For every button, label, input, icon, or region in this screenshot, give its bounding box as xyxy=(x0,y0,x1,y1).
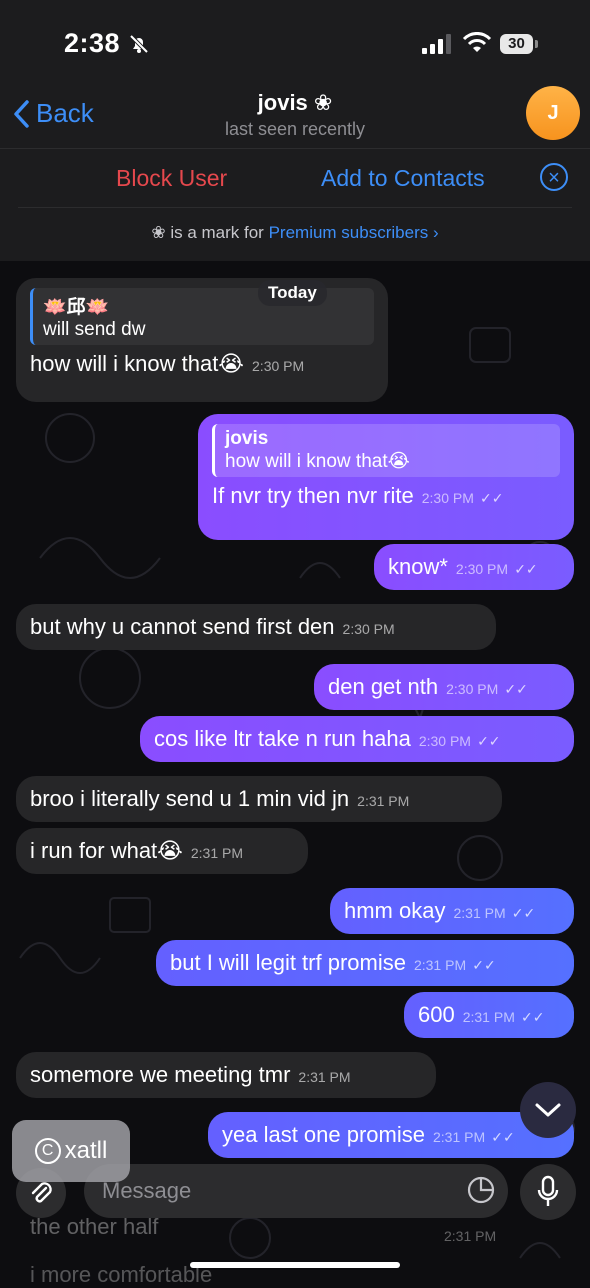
message-time: 2:31 PM xyxy=(190,845,244,861)
voice-record-button[interactable] xyxy=(520,1164,576,1220)
status-bar: 2:38 30 xyxy=(0,0,590,90)
read-checkmarks-icon: ✓✓ xyxy=(477,733,501,749)
message-text: cos like ltr take n run haha xyxy=(154,726,411,751)
message-text: yea last one promise xyxy=(222,1122,425,1147)
contact-name: jovis ❀ xyxy=(257,90,333,115)
message-text: how will i know that😭 xyxy=(30,351,245,376)
date-separator: Today xyxy=(258,280,327,306)
chevron-left-icon xyxy=(14,99,29,128)
message-bubble-outgoing[interactable]: know* 2:30 PM ✓✓ xyxy=(374,544,574,590)
contact-status: last seen recently xyxy=(224,119,366,139)
message-text: but I will legit trf promise xyxy=(170,950,406,975)
read-checkmarks-icon: ✓✓ xyxy=(511,905,536,921)
message-bubble-incoming[interactable]: broo i literally send u 1 min vid jn 2:31… xyxy=(16,776,502,822)
silent-bell-icon xyxy=(129,34,149,54)
message-time: 2:31 PM xyxy=(357,793,410,809)
message-bubble-outgoing[interactable]: den get nth 2:30 PM ✓✓ xyxy=(314,664,574,710)
message-time: 2:31 PM xyxy=(413,957,467,973)
read-checkmarks-icon: ✓✓ xyxy=(504,681,528,697)
reply-quote[interactable]: jovis how will i know that😭 xyxy=(212,424,560,477)
message-text: know* xyxy=(388,554,448,579)
message-text: i run for what😭 xyxy=(30,838,183,863)
read-checkmarks-icon: ✓✓ xyxy=(520,1009,545,1025)
message-text: but why u cannot send first den xyxy=(30,614,335,639)
read-checkmarks-icon: ✓✓ xyxy=(491,1129,515,1145)
message-bubble-incoming[interactable]: 🪷邱🪷 will send dw how will i know that😭 2:… xyxy=(16,278,388,402)
read-checkmarks-icon: ✓✓ xyxy=(480,490,504,506)
watermark: C xatll xyxy=(12,1120,130,1182)
premium-link[interactable]: Premium subscribers › xyxy=(269,223,439,242)
paperclip-icon xyxy=(31,1182,52,1203)
home-indicator[interactable] xyxy=(190,1262,400,1268)
battery-icon: 30 xyxy=(500,34,538,54)
message-bubble-outgoing[interactable]: yea last one promise 2:31 PM ✓✓ xyxy=(208,1112,574,1158)
message-bubble-incoming[interactable]: i run for what😭 2:31 PM xyxy=(16,828,308,874)
reply-text: how will i know that😭 xyxy=(225,451,410,472)
block-user-button[interactable]: Block User xyxy=(116,165,227,192)
message-text: den get nth xyxy=(328,674,439,699)
scroll-down-button[interactable] xyxy=(520,1082,576,1138)
message-time: 2:31 PM xyxy=(298,1069,351,1085)
back-button[interactable]: Back xyxy=(12,98,94,129)
avatar[interactable]: J xyxy=(526,86,580,140)
premium-notice[interactable]: ❀ is a mark for Premium subscribers › xyxy=(0,223,590,243)
reply-text: will send dw xyxy=(43,319,146,340)
add-to-contacts-button[interactable]: Add to Contacts xyxy=(321,165,485,192)
battery-level: 30 xyxy=(508,35,525,52)
message-time: 2:31 PM xyxy=(433,1129,486,1145)
status-time: 2:38 xyxy=(64,28,121,58)
close-icon[interactable]: × xyxy=(540,163,568,191)
message-text: broo i literally send u 1 min vid jn xyxy=(30,786,350,811)
message-time: 2:31 PM xyxy=(453,905,506,921)
chat-title-area[interactable]: jovis ❀ last seen recently xyxy=(150,90,440,140)
contact-action-bar: Block User Add to Contacts × ❀ is a mark… xyxy=(0,148,590,261)
message-input[interactable]: Message xyxy=(84,1164,508,1218)
chat-header: Back jovis ❀ last seen recently J xyxy=(0,86,590,148)
chevron-down-icon xyxy=(535,1103,561,1117)
message-text: If nvr try then nvr rite xyxy=(212,483,414,508)
message-time: 2:31 PM xyxy=(462,1009,515,1025)
message-bubble-outgoing[interactable]: cos like ltr take n run haha 2:30 PM ✓✓ xyxy=(140,716,574,762)
message-bubble-outgoing[interactable]: hmm okay 2:31 PM ✓✓ xyxy=(330,888,574,934)
premium-prefix: ❀ is a mark for xyxy=(151,223,269,242)
message-bubble-outgoing[interactable]: jovis how will i know that😭 If nvr try t… xyxy=(198,414,574,540)
sticker-icon[interactable] xyxy=(466,1175,496,1205)
message-time: 2:30 PM xyxy=(252,358,305,374)
divider xyxy=(18,207,572,208)
message-time: 2:30 PM xyxy=(342,621,395,637)
signal-icon xyxy=(422,34,451,54)
message-time: 2:30 PM xyxy=(421,490,474,506)
message-time: 2:30 PM xyxy=(446,681,499,697)
read-checkmarks-icon: ✓✓ xyxy=(514,561,538,577)
back-label: Back xyxy=(36,98,94,128)
reply-author: jovis xyxy=(225,428,269,449)
message-bubble-incoming[interactable]: but why u cannot send first den 2:30 PM xyxy=(16,604,496,650)
copyright-icon: C xyxy=(34,1138,61,1164)
message-time: 2:30 PM xyxy=(418,733,471,749)
watermark-text: xatll xyxy=(64,1137,108,1164)
message-bubble-incoming[interactable]: somemore we meeting tmr 2:31 PM xyxy=(16,1052,436,1098)
microphone-icon xyxy=(537,1175,559,1206)
message-text: 600 xyxy=(418,1002,455,1027)
avatar-letter: J xyxy=(547,101,559,124)
message-bubble-outgoing[interactable]: but I will legit trf promise 2:31 PM ✓✓ xyxy=(156,940,574,986)
message-bubble-outgoing[interactable]: 600 2:31 PM ✓✓ xyxy=(404,992,574,1038)
message-time: 2:30 PM xyxy=(455,561,509,577)
message-text: somemore we meeting tmr xyxy=(30,1062,291,1087)
read-checkmarks-icon: ✓✓ xyxy=(472,957,496,973)
message-text: hmm okay xyxy=(344,898,446,923)
wifi-icon xyxy=(462,32,492,52)
